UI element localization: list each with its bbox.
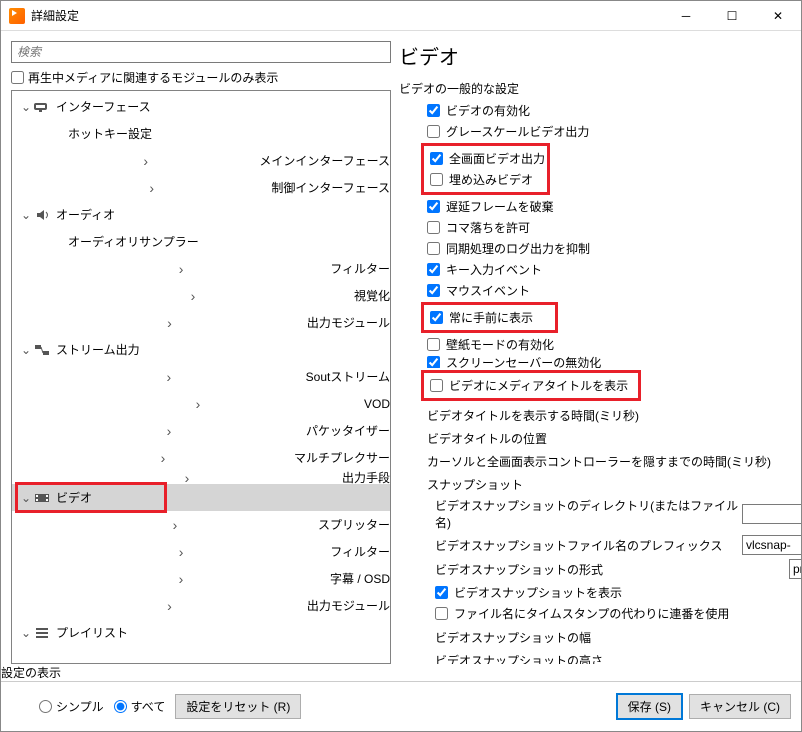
input-snap-format[interactable] [789, 559, 801, 579]
video-icon [34, 491, 52, 505]
opt-screensaver[interactable]: スクリーンセーバーの無効化 [427, 356, 801, 368]
lbl-hide-timeout: カーソルと全画面表示コントローラーを隠すまでの時間(ミリ秒) [427, 453, 801, 470]
interface-icon [34, 100, 52, 114]
opt-quiet-sync[interactable]: 同期処理のログ出力を抑制 [427, 239, 801, 258]
tree-visual[interactable]: 視覚化 [12, 282, 390, 309]
tree-main-interface[interactable]: メインインターフェース [12, 147, 390, 174]
tree-interface[interactable]: インターフェース [12, 93, 390, 120]
playlist-icon [34, 626, 52, 640]
opt-enable-video[interactable]: ビデオの有効化 [427, 101, 801, 120]
reset-button[interactable]: 設定をリセット (R) [175, 694, 301, 719]
lbl-title-timeout: ビデオタイトルを表示する時間(ミリ秒) [427, 407, 801, 424]
opt-drop-frames[interactable]: コマ落ちを許可 [427, 218, 801, 237]
tree-audio-filter[interactable]: フィルター [12, 255, 390, 282]
tree-mux[interactable]: マルチプレクサー [12, 444, 390, 471]
show-related-only[interactable]: 再生中メディアに関連するモジュールのみ表示 [11, 69, 391, 86]
tree-hotkey[interactable]: ホットキー設定 [12, 120, 390, 147]
show-related-label: 再生中メディアに関連するモジュールのみ表示 [28, 69, 278, 86]
tree-packetizer[interactable]: パケッタイザー [12, 417, 390, 444]
group-general: ビデオの一般的な設定 [399, 80, 801, 97]
maximize-button[interactable]: ☐ [709, 1, 755, 31]
opt-key-events[interactable]: キー入力イベント [427, 260, 801, 279]
tree-video-filter[interactable]: フィルター [12, 538, 390, 565]
group-snapshot: スナップショット [427, 476, 801, 493]
input-snap-dir[interactable] [742, 504, 801, 524]
lbl-title-pos: ビデオタイトルの位置 [427, 430, 801, 447]
radio-all[interactable]: すべて [114, 698, 166, 715]
minimize-button[interactable]: ─ [663, 1, 709, 31]
tree-sout[interactable]: Soutストリーム [12, 363, 390, 390]
opt-show-title[interactable]: ビデオにメディアタイトルを表示 [430, 376, 628, 395]
tree-splitter[interactable]: スプリッター [12, 511, 390, 538]
window-title: 詳細設定 [31, 7, 663, 24]
vlc-app-icon [9, 8, 25, 24]
opt-mouse-events[interactable]: マウスイベント [427, 281, 801, 300]
tree-audio-output[interactable]: 出力モジュール [12, 309, 390, 336]
settings-tree[interactable]: インターフェース ホットキー設定 メインインターフェース 制御インターフェース … [11, 90, 391, 664]
search-box[interactable] [11, 41, 391, 63]
cancel-button[interactable]: キャンセル (C) [689, 694, 791, 719]
row-snap-format: ビデオスナップショットの形式 [435, 559, 801, 579]
tree-video-output[interactable]: 出力モジュール [12, 592, 390, 619]
save-button[interactable]: 保存 (S) [616, 693, 683, 720]
tree-playlist[interactable]: プレイリスト [12, 619, 390, 646]
tree-audio[interactable]: オーディオ [12, 201, 390, 228]
titlebar: 詳細設定 ─ ☐ ✕ [1, 1, 801, 31]
lbl-snap-height: ビデオスナップショットの高さ [435, 652, 801, 664]
opt-drop-late[interactable]: 遅延フレームを破棄 [427, 197, 801, 216]
tree-vod[interactable]: VOD [12, 390, 390, 417]
lbl-snap-width: ビデオスナップショットの幅 [435, 629, 801, 646]
input-snap-prefix[interactable] [742, 535, 801, 555]
row-snap-dir: ビデオスナップショットのディレクトリ(またはファイル名) [435, 497, 801, 531]
row-snap-prefix: ビデオスナップショットファイル名のプレフィックス [435, 535, 801, 555]
audio-icon [34, 208, 52, 222]
tree-resampler[interactable]: オーディオリサンプラー [12, 228, 390, 255]
page-title: ビデオ [397, 41, 801, 76]
opt-snap-seq[interactable]: ファイル名にタイムスタンプの代わりに連番を使用 [435, 604, 801, 623]
show-related-checkbox[interactable] [11, 71, 24, 84]
settings-scroll[interactable]: ビデオの一般的な設定 ビデオの有効化 グレースケールビデオ出力 全画面ビデオ出力… [397, 76, 801, 664]
radio-simple[interactable]: シンプル [39, 698, 104, 715]
opt-wallpaper[interactable]: 壁紙モードの有効化 [427, 335, 801, 354]
tree-control-interface[interactable]: 制御インターフェース [12, 174, 390, 201]
opt-always-on-top[interactable]: 常に手前に表示 [430, 308, 533, 327]
tree-osd[interactable]: 字幕 / OSD [12, 565, 390, 592]
stream-icon [34, 343, 52, 357]
close-button[interactable]: ✕ [755, 1, 801, 31]
tree-stream[interactable]: ストリーム出力 [12, 336, 390, 363]
tree-video[interactable]: ビデオ [12, 484, 390, 511]
opt-fullscreen[interactable]: 全画面ビデオ出力 [430, 149, 545, 168]
opt-grayscale[interactable]: グレースケールビデオ出力 [427, 122, 801, 141]
opt-embedded[interactable]: 埋め込みビデオ [430, 170, 545, 189]
footer-show-label: 設定の表示 [1, 666, 61, 680]
search-input[interactable] [17, 45, 385, 59]
opt-snap-preview[interactable]: ビデオスナップショットを表示 [435, 583, 801, 602]
